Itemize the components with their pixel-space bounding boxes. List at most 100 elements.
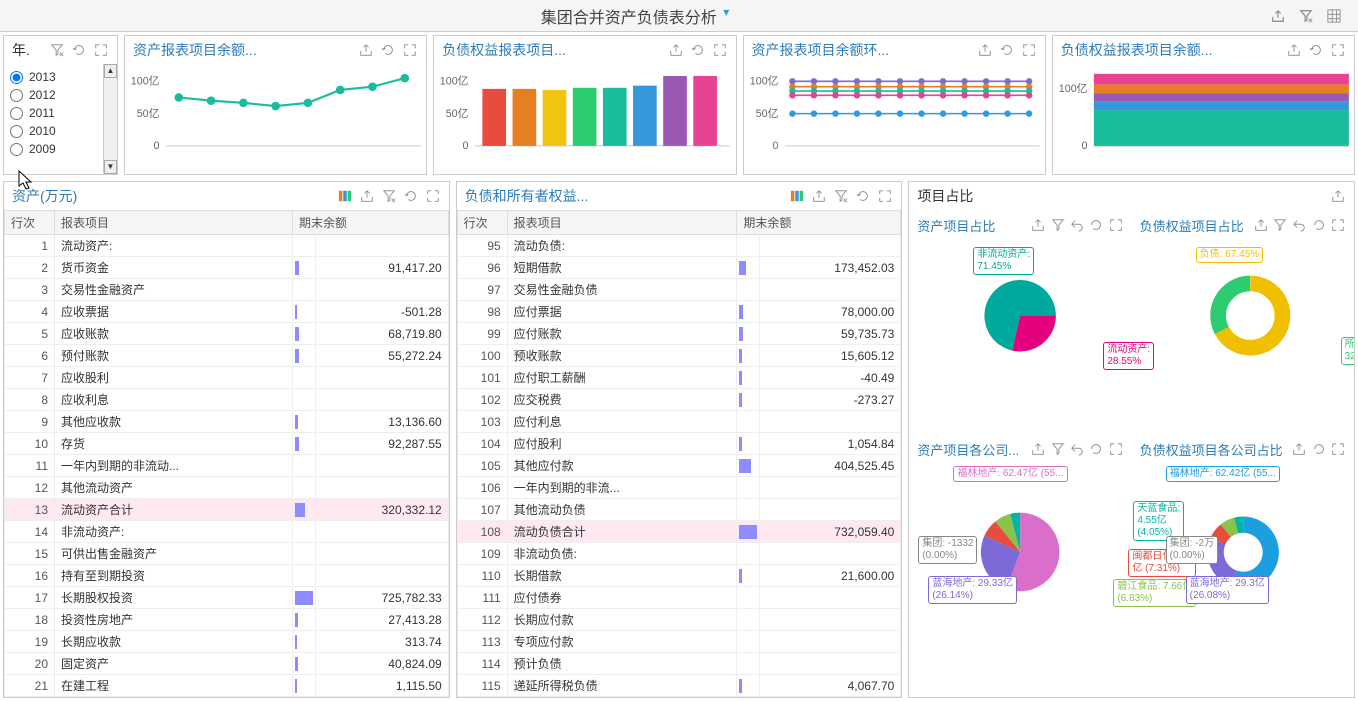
scroll-track[interactable] — [104, 78, 117, 160]
export-icon[interactable] — [1286, 42, 1302, 58]
year-radio[interactable] — [10, 89, 23, 102]
expand-icon[interactable] — [1021, 42, 1037, 58]
table-row[interactable]: 113专项应付款 — [457, 631, 901, 653]
refresh-icon[interactable] — [690, 42, 706, 58]
undo-icon[interactable] — [1291, 217, 1307, 233]
filter-clear-icon[interactable] — [49, 42, 65, 58]
col-rownum[interactable]: 行次 — [5, 211, 55, 235]
col-balance[interactable]: 期末余额 — [292, 211, 448, 235]
table-row[interactable]: 18投资性房地产27,413.28 — [5, 609, 449, 631]
col-item[interactable]: 报表项目 — [55, 211, 293, 235]
export-icon[interactable] — [1253, 217, 1269, 233]
year-option-2013[interactable]: 2013 — [10, 68, 111, 86]
expand-icon[interactable] — [1330, 42, 1346, 58]
table-row[interactable]: 11一年内到期的非流动... — [5, 455, 449, 477]
expand-icon[interactable] — [1108, 217, 1124, 233]
undo-icon[interactable] — [1069, 217, 1085, 233]
table-row[interactable]: 7应收股利 — [5, 367, 449, 389]
filter-clear-icon[interactable] — [833, 188, 849, 204]
year-radio[interactable] — [10, 107, 23, 120]
table-row[interactable]: 102应交税费-273.27 — [457, 389, 901, 411]
table-row[interactable]: 21在建工程1,115.50 — [5, 675, 449, 697]
table-row[interactable]: 3交易性金融资产 — [5, 279, 449, 301]
export-icon[interactable] — [668, 42, 684, 58]
expand-icon[interactable] — [1330, 217, 1346, 233]
expand-icon[interactable] — [877, 188, 893, 204]
table-row[interactable]: 99应付账款59,735.73 — [457, 323, 901, 345]
export-icon[interactable] — [358, 42, 374, 58]
table-row[interactable]: 9其他应收款13,136.60 — [5, 411, 449, 433]
filter-clear-icon[interactable] — [1050, 217, 1066, 233]
col-item[interactable]: 报表项目 — [507, 211, 737, 235]
refresh-icon[interactable] — [1088, 441, 1104, 457]
export-icon[interactable] — [1291, 441, 1307, 457]
liab-table[interactable]: 行次 报表项目 期末余额 95流动负债:96短期借款173,452.0397交易… — [457, 210, 902, 697]
table-row[interactable]: 96短期借款173,452.03 — [457, 257, 901, 279]
year-radio[interactable] — [10, 71, 23, 84]
year-option-2010[interactable]: 2010 — [10, 122, 111, 140]
table-row[interactable]: 97交易性金融负债 — [457, 279, 901, 301]
grid-settings-icon[interactable] — [1326, 8, 1342, 24]
year-option-2011[interactable]: 2011 — [10, 104, 111, 122]
table-row[interactable]: 6预付账款55,272.24 — [5, 345, 449, 367]
filter-clear-icon[interactable] — [1050, 441, 1066, 457]
table-row[interactable]: 101应付职工薪酬-40.49 — [457, 367, 901, 389]
table-row[interactable]: 103应付利息 — [457, 411, 901, 433]
year-scrollbar[interactable]: ▲ ▼ — [103, 64, 117, 174]
col-balance[interactable]: 期末余额 — [737, 211, 901, 235]
table-row[interactable]: 95流动负债: — [457, 235, 901, 257]
table-row[interactable]: 10存货92,287.55 — [5, 433, 449, 455]
year-option-2009[interactable]: 2009 — [10, 140, 111, 158]
filter-clear-icon[interactable] — [1298, 8, 1314, 24]
scroll-up-button[interactable]: ▲ — [104, 64, 117, 78]
title-filter-icon[interactable]: ▾ — [723, 5, 729, 19]
table-row[interactable]: 15可供出售金融资产 — [5, 543, 449, 565]
table-row[interactable]: 114预计负债 — [457, 653, 901, 675]
export-icon[interactable] — [1330, 188, 1346, 204]
table-row[interactable]: 112长期应付款 — [457, 609, 901, 631]
export-icon[interactable] — [977, 42, 993, 58]
expand-icon[interactable] — [1108, 441, 1124, 457]
table-row[interactable]: 1流动资产: — [5, 235, 449, 257]
table-row[interactable]: 107其他流动负债 — [457, 499, 901, 521]
table-row[interactable]: 105其他应付款404,525.45 — [457, 455, 901, 477]
refresh-icon[interactable] — [999, 42, 1015, 58]
year-radio[interactable] — [10, 143, 23, 156]
table-row[interactable]: 100预收账款15,605.12 — [457, 345, 901, 367]
refresh-icon[interactable] — [855, 188, 871, 204]
refresh-icon[interactable] — [1311, 217, 1327, 233]
table-row[interactable]: 110长期借款21,600.00 — [457, 565, 901, 587]
export-icon[interactable] — [359, 188, 375, 204]
scroll-down-button[interactable]: ▼ — [104, 160, 117, 174]
table-row[interactable]: 108流动负债合计732,059.40 — [457, 521, 901, 543]
table-row[interactable]: 19长期应收款313.74 — [5, 631, 449, 653]
table-row[interactable]: 106一年内到期的非流... — [457, 477, 901, 499]
table-row[interactable]: 20固定资产40,824.09 — [5, 653, 449, 675]
table-row[interactable]: 13流动资产合计320,332.12 — [5, 499, 449, 521]
table-row[interactable]: 8应收利息 — [5, 389, 449, 411]
table-row[interactable]: 17长期股权投资725,782.33 — [5, 587, 449, 609]
year-option-2012[interactable]: 2012 — [10, 86, 111, 104]
table-row[interactable]: 109非流动负债: — [457, 543, 901, 565]
table-row[interactable]: 111应付债券 — [457, 587, 901, 609]
export-icon[interactable] — [811, 188, 827, 204]
columns-icon[interactable] — [789, 188, 805, 204]
col-rownum[interactable]: 行次 — [457, 211, 507, 235]
refresh-icon[interactable] — [403, 188, 419, 204]
expand-icon[interactable] — [93, 42, 109, 58]
refresh-icon[interactable] — [1311, 441, 1327, 457]
table-row[interactable]: 12其他流动资产 — [5, 477, 449, 499]
table-row[interactable]: 14非流动资产: — [5, 521, 449, 543]
table-row[interactable]: 98应付票据78,000.00 — [457, 301, 901, 323]
expand-icon[interactable] — [425, 188, 441, 204]
expand-icon[interactable] — [1330, 441, 1346, 457]
export-icon[interactable] — [1270, 8, 1286, 24]
export-icon[interactable] — [1030, 217, 1046, 233]
table-row[interactable]: 104应付股利1,054.84 — [457, 433, 901, 455]
table-row[interactable]: 16持有至到期投资 — [5, 565, 449, 587]
refresh-icon[interactable] — [1308, 42, 1324, 58]
refresh-icon[interactable] — [71, 42, 87, 58]
asset-table[interactable]: 行次 报表项目 期末余额 1流动资产:2货币资金91,417.203交易性金融资… — [4, 210, 449, 697]
table-row[interactable]: 4应收票据-501.28 — [5, 301, 449, 323]
expand-icon[interactable] — [712, 42, 728, 58]
